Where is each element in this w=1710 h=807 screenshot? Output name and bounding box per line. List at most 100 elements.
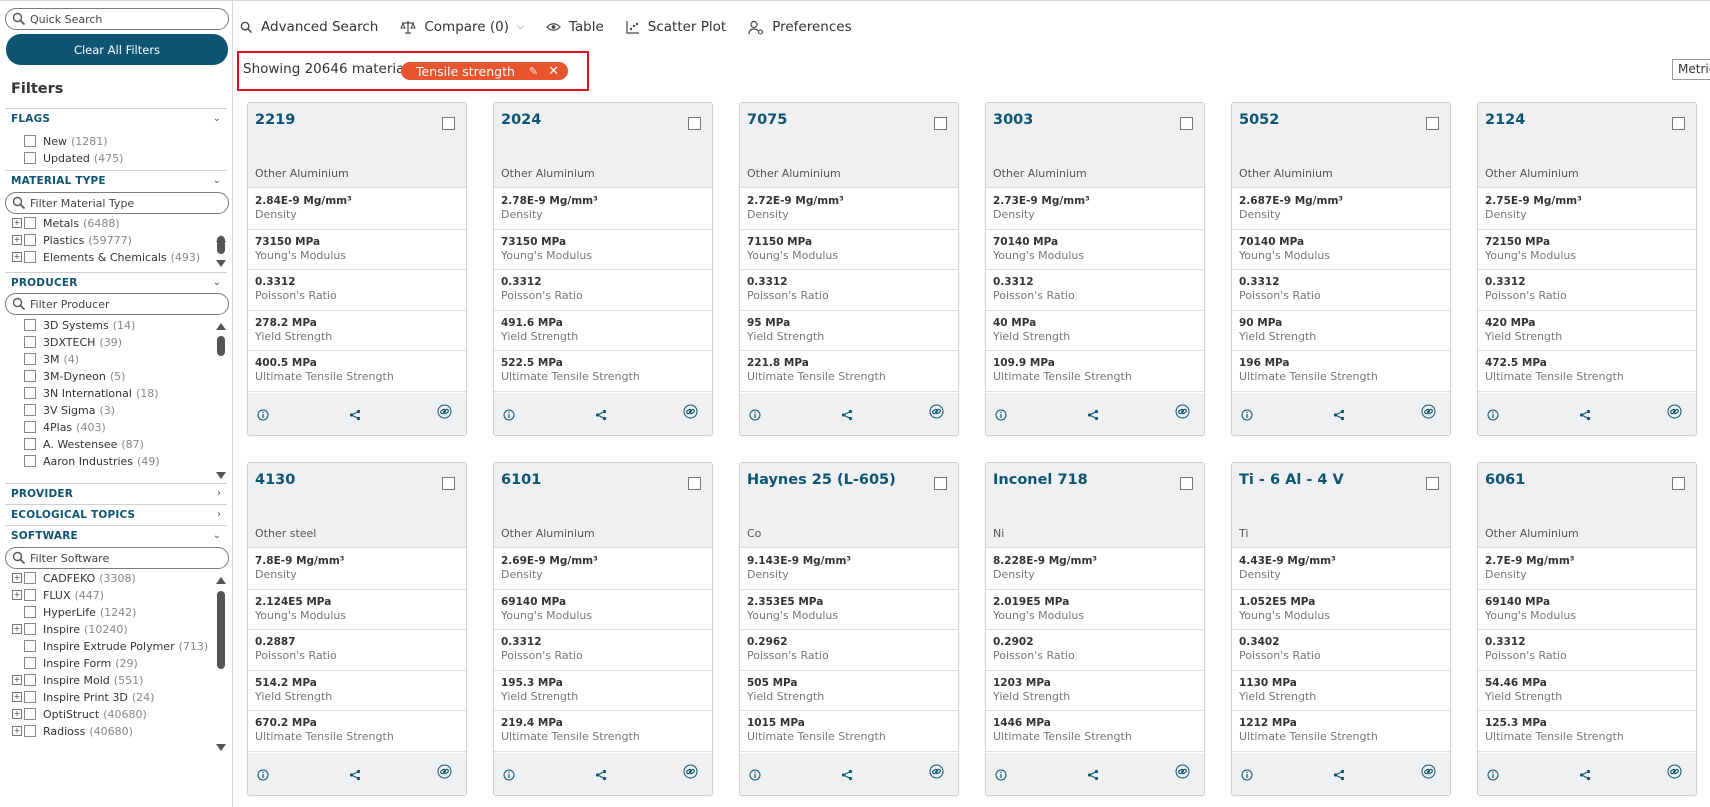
software-item[interactable]: + Inspire Mold (551) [12,672,143,688]
info-icon[interactable] [1487,766,1499,785]
link-icon[interactable] [683,764,698,783]
checkbox[interactable] [24,589,36,601]
checkbox[interactable] [24,623,36,635]
expand-icon[interactable]: + [12,252,22,262]
info-icon[interactable] [995,766,1007,785]
share-icon[interactable] [349,406,361,425]
material-title[interactable]: 4130 [255,472,295,488]
material-title[interactable]: Ti - 6 Al - 4 V [1239,472,1344,488]
software-item[interactable]: + Radioss (40680) [12,723,133,739]
producer-item[interactable]: 3M-Dyneon (5) [12,368,125,384]
compare-dropdown[interactable]: Compare (0) ⌵ [400,19,524,35]
checkbox[interactable] [24,421,36,433]
section-producer-header[interactable]: PRODUCER ⌄ [5,272,227,292]
share-icon[interactable] [1333,766,1345,785]
checkbox[interactable] [24,353,36,365]
filter-material-type-input[interactable]: Filter Material Type [5,192,229,214]
checkbox[interactable] [24,725,36,737]
filter-software-input[interactable]: Filter Software [5,547,229,569]
material-type-item[interactable]: + Elements & Chemicals (493) [12,249,200,265]
material-title[interactable]: 6061 [1485,472,1525,488]
clear-all-filters-button[interactable]: Clear All Filters [6,34,228,65]
material-title[interactable]: 3003 [993,112,1033,128]
filter-producer-input[interactable]: Filter Producer [5,293,229,315]
checkbox[interactable] [24,640,36,652]
material-title[interactable]: 2024 [501,112,541,128]
share-icon[interactable] [1087,766,1099,785]
material-card[interactable]: Haynes 25 (L-605) Co 9.143E-9 Mg/mm³ Densit… [739,462,959,796]
info-icon[interactable] [1487,406,1499,425]
active-filter-chip[interactable]: Tensile strength ✎ ✕ [401,62,568,80]
table-view-button[interactable]: Table [545,19,604,35]
info-icon[interactable] [503,766,515,785]
link-icon[interactable] [1667,404,1682,423]
share-icon[interactable] [595,766,607,785]
info-icon[interactable] [1241,406,1253,425]
material-card[interactable]: Inconel 718 Ni 8.228E-9 Mg/mm³ Density 2.019… [985,462,1205,796]
compare-checkbox[interactable] [688,477,701,490]
material-card[interactable]: 5052 Other Aluminium 2.687E-9 Mg/mm³ Densit… [1231,102,1451,436]
material-card[interactable]: 2219 Other Aluminium 2.84E-9 Mg/mm³ Density… [247,102,467,436]
checkbox[interactable] [24,674,36,686]
producer-scroll-thumb[interactable] [217,336,225,356]
compare-checkbox[interactable] [442,117,455,130]
share-icon[interactable] [1087,406,1099,425]
compare-checkbox[interactable] [1180,117,1193,130]
material-title[interactable]: 2219 [255,112,295,128]
expand-icon[interactable]: + [12,218,22,228]
scroll-down-icon[interactable] [216,744,226,751]
expand-icon[interactable]: + [12,624,22,634]
software-item[interactable]: + CADFEKO (3308) [12,570,136,586]
checkbox[interactable] [24,234,36,246]
checkbox[interactable] [24,438,36,450]
producer-item[interactable]: 3DXTECH (39) [12,334,122,350]
material-card[interactable]: Ti - 6 Al - 4 V Ti 4.43E-9 Mg/mm³ Density 1.… [1231,462,1451,796]
expand-icon[interactable]: + [12,709,22,719]
material-title[interactable]: 6101 [501,472,541,488]
share-icon[interactable] [1579,406,1591,425]
material-type-scroll-thumb[interactable] [217,236,225,254]
scatter-plot-button[interactable]: Scatter Plot [626,19,726,35]
link-icon[interactable] [437,764,452,783]
checkbox[interactable] [24,657,36,669]
compare-checkbox[interactable] [442,477,455,490]
share-icon[interactable] [349,766,361,785]
flag-item[interactable]: New (1281) [12,133,108,149]
link-icon[interactable] [437,404,452,423]
producer-item[interactable]: 3M (4) [12,351,79,367]
material-title[interactable]: 7075 [747,112,787,128]
compare-checkbox[interactable] [1672,117,1685,130]
preferences-button[interactable]: Preferences [748,19,852,35]
material-title[interactable]: 5052 [1239,112,1279,128]
info-icon[interactable] [749,406,761,425]
expand-icon[interactable]: + [12,675,22,685]
software-item[interactable]: + Inspire (10240) [12,621,128,637]
compare-checkbox[interactable] [1672,477,1685,490]
link-icon[interactable] [1667,764,1682,783]
edit-icon[interactable]: ✎ [529,65,538,78]
checkbox[interactable] [24,572,36,584]
flag-item[interactable]: Updated (475) [12,150,123,166]
producer-item[interactable]: 3D Systems (14) [12,317,135,333]
material-title[interactable]: Haynes 25 (L-605) [747,472,896,488]
share-icon[interactable] [841,766,853,785]
producer-item[interactable]: Aaron Industries (49) [12,453,160,469]
share-icon[interactable] [841,406,853,425]
info-icon[interactable] [257,766,269,785]
material-title[interactable]: Inconel 718 [993,472,1088,488]
compare-checkbox[interactable] [1180,477,1193,490]
material-card[interactable]: 2124 Other Aluminium 2.75E-9 Mg/mm³ Density… [1477,102,1697,436]
material-card[interactable]: 7075 Other Aluminium 2.72E-9 Mg/mm³ Density… [739,102,959,436]
link-icon[interactable] [929,764,944,783]
info-icon[interactable] [995,406,1007,425]
software-scrollbar[interactable] [216,577,226,751]
section-material-type-header[interactable]: MATERIAL TYPE ⌄ [5,170,227,190]
quick-search-input[interactable]: Quick Search [5,8,229,30]
checkbox[interactable] [24,135,36,147]
expand-icon[interactable]: + [12,692,22,702]
checkbox[interactable] [24,606,36,618]
scroll-down-icon[interactable] [216,260,226,267]
checkbox[interactable] [24,251,36,263]
scroll-up-icon[interactable] [216,323,226,330]
software-scroll-thumb[interactable] [217,591,225,669]
